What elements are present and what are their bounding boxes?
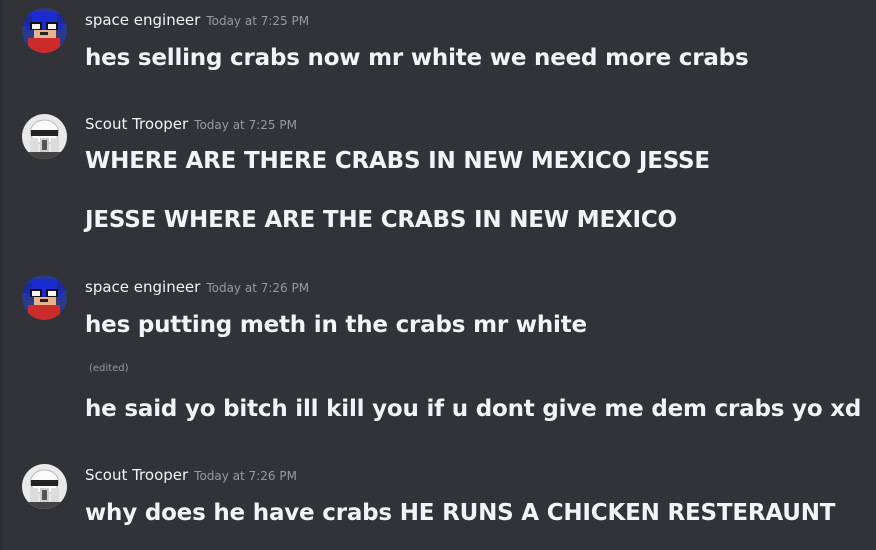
message-text: WHERE ARE THERE CRABS IN NEW MEXICO JESS…: [85, 148, 710, 174]
message-text: hes selling crabs now mr white we need m…: [85, 45, 749, 71]
space-engineer-avatar-icon[interactable]: [22, 8, 67, 53]
chat-message-list: space engineer Today at 7:25 PM hes selli…: [0, 0, 876, 550]
message-text: hes putting meth in the crabs mr white: [85, 312, 587, 338]
message-username[interactable]: space engineer: [85, 278, 200, 296]
scout-trooper-avatar-icon[interactable]: [22, 464, 67, 509]
message-username[interactable]: Scout Trooper: [85, 115, 188, 133]
message-text: JESSE WHERE ARE THE CRABS IN NEW MEXICO: [85, 207, 677, 233]
message-timestamp: Today at 7:26 PM: [194, 469, 297, 483]
message-username[interactable]: space engineer: [85, 11, 200, 29]
space-engineer-avatar-icon[interactable]: [22, 275, 67, 320]
scout-trooper-avatar-icon[interactable]: [22, 114, 67, 159]
message-timestamp: Today at 7:25 PM: [194, 118, 297, 132]
message-text: he said yo bitch ill kill you if u dont …: [85, 396, 862, 422]
channel-edge: [0, 0, 3, 550]
edited-label: (edited): [89, 363, 129, 374]
message-timestamp: Today at 7:25 PM: [206, 14, 310, 28]
message-text: why does he have crabs HE RUNS A CHICKEN…: [85, 500, 836, 526]
message-username[interactable]: Scout Trooper: [85, 466, 188, 484]
message-timestamp: Today at 7:26 PM: [206, 281, 310, 295]
